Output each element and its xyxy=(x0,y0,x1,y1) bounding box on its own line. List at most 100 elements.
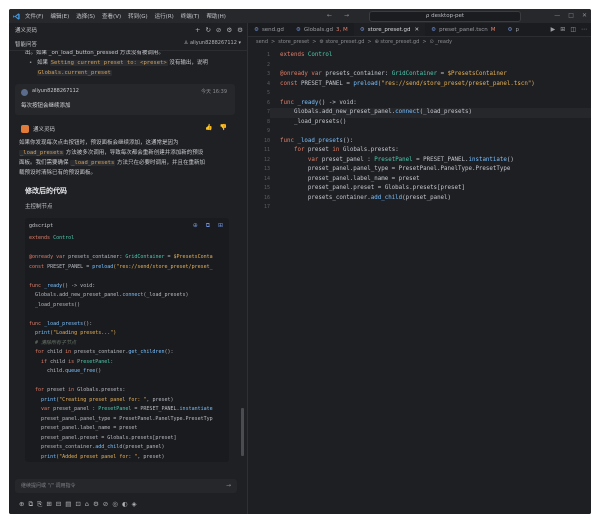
tab-preset-panel-tscn[interactable]: ⚙ preset_panel.tscn M xyxy=(425,23,501,36)
code-token: (preset_panel) xyxy=(402,194,452,201)
chat-tool-icon[interactable]: ⌂ xyxy=(85,500,89,508)
code-block-body: extends Control @onready var presets_con… xyxy=(25,234,229,462)
new-file-icon[interactable]: ⊞ xyxy=(218,222,223,229)
code-token: is xyxy=(68,358,78,365)
code-token: get_children xyxy=(128,349,165,355)
code-token: (): xyxy=(164,349,174,355)
breadcrumb-item[interactable]: ⊙ _ready xyxy=(430,39,453,45)
menu-item[interactable]: 终端(T) xyxy=(181,12,200,20)
inline-code: Globals.current_preset xyxy=(37,70,112,76)
insert-code-icon[interactable]: ⊕ xyxy=(193,222,198,229)
minimize-icon[interactable]: — xyxy=(554,12,560,19)
chat-tool-icon[interactable]: ⊕ xyxy=(19,500,24,508)
code-token: func xyxy=(280,137,298,144)
maximize-icon[interactable]: □ xyxy=(568,12,574,19)
menu-item[interactable]: 选择(S) xyxy=(76,12,95,20)
chat-tool-icon[interactable]: ⊟ xyxy=(56,500,61,508)
thumbs-up-icon[interactable]: 👍 xyxy=(205,124,212,131)
chat-tool-icon[interactable]: ⧉ xyxy=(28,500,33,508)
assistant-message: 通义灵码 👍 👎 如果你发现每次点击按钮时，预设面板会继续添加，这通常是因为 _… xyxy=(15,123,235,462)
editor-line: @onready var presets_container: GridCont… xyxy=(280,70,535,80)
code-line: child.queue_free() xyxy=(25,367,229,377)
code-line: presets_container.add_child(preset_panel… xyxy=(25,443,229,453)
vscode-logo-icon xyxy=(13,12,20,20)
code-token: preload xyxy=(353,80,378,87)
code-token: for xyxy=(280,147,308,153)
code-token: child xyxy=(47,349,66,355)
code-token: connect xyxy=(122,292,144,298)
menu-item[interactable]: 文件(F) xyxy=(25,12,43,20)
menu-item[interactable]: 转到(G) xyxy=(128,12,148,20)
tab-send-gd[interactable]: ⚙ send.gd xyxy=(248,23,290,36)
thumbs-down-icon[interactable]: 👎 xyxy=(220,124,227,131)
code-token: print xyxy=(41,453,57,460)
chat-tool-icon[interactable]: ⎘ xyxy=(37,500,42,508)
chat-tool-icon[interactable]: ⊘ xyxy=(103,500,108,508)
code-token: add_child xyxy=(95,444,123,450)
clear-icon[interactable]: ⊘ xyxy=(216,26,221,34)
tab-label: send.gd xyxy=(261,26,284,33)
tab-globals-gd[interactable]: ⚙ Globals.gd 3, M xyxy=(290,23,354,36)
command-center-search[interactable]: ρ desktop-pet xyxy=(369,11,521,22)
message-time: 今天 16:39 xyxy=(201,89,227,95)
chat-tool-icon[interactable]: ◐ xyxy=(122,500,128,508)
breadcrumb-item[interactable]: send xyxy=(256,39,268,45)
gear-file-icon: ⚙ xyxy=(507,26,513,33)
chat-input[interactable]: 继续提问或 "/" 调用指令 → xyxy=(15,479,237,493)
nav-back-icon[interactable]: ← xyxy=(327,12,332,19)
chat-tool-icon[interactable]: ◈ xyxy=(132,500,137,508)
more-icon[interactable]: ⋯ xyxy=(581,26,587,33)
code-token: presets_container xyxy=(68,254,120,260)
copy-code-icon[interactable]: ⧉ xyxy=(206,222,210,229)
breadcrumb-item[interactable]: store_preset xyxy=(278,39,309,45)
history-icon[interactable]: ↻ xyxy=(205,26,210,34)
code-token: _ready xyxy=(297,99,319,106)
chat-mode-tab[interactable]: 智能问答 xyxy=(15,40,37,48)
menu-item[interactable]: 编辑(E) xyxy=(50,12,69,20)
chat-scrollbar[interactable] xyxy=(241,408,244,456)
code-token: connect xyxy=(395,109,420,115)
menu-item[interactable]: 帮助(H) xyxy=(206,12,225,20)
new-chat-icon[interactable]: + xyxy=(195,26,200,34)
close-icon[interactable]: ✕ xyxy=(582,12,587,19)
breadcrumb-item[interactable]: ⚙ store_preset.gd xyxy=(319,39,364,45)
layout-icon[interactable]: ◫ xyxy=(570,26,576,33)
breadcrumb-separator: > xyxy=(271,39,276,45)
close-tab-icon[interactable]: ✕ xyxy=(415,27,420,33)
send-icon[interactable]: → xyxy=(226,479,231,493)
menu-item[interactable]: 查看(V) xyxy=(102,12,121,20)
chat-tool-icon[interactable]: ⊞ xyxy=(46,500,51,508)
editor-area: ⚙ send.gd ⚙ Globals.gd 3, M ⚙ store_preset.gd ✕… xyxy=(248,23,591,514)
line-number: 7 xyxy=(266,109,270,115)
code-token: extends xyxy=(280,52,308,58)
vscode-window: 文件(F) 编辑(E) 选择(S) 查看(V) 转到(G) 运行(R) 终端(T) 帮助(H)… xyxy=(9,9,591,514)
split-icon[interactable]: ⊞ xyxy=(560,26,565,33)
code-token: : xyxy=(384,71,392,77)
nav-forward-icon[interactable]: → xyxy=(344,12,349,19)
code-token: presets_container. xyxy=(29,444,96,450)
chat-tool-icon[interactable]: ▤ xyxy=(65,500,71,508)
line-number: 8 xyxy=(266,118,270,125)
account-selector[interactable]: ♙ aliyun8288267112 ▾ xyxy=(184,40,241,46)
tab-p[interactable]: ⚙ p xyxy=(502,23,525,36)
line-number: 1 xyxy=(266,52,270,58)
chat-tool-icon[interactable]: ⊡ xyxy=(75,500,80,508)
chat-tool-icon[interactable]: ⚙ xyxy=(93,500,99,508)
code-editor[interactable]: extends Control @onready var presets_con… xyxy=(280,51,535,213)
code-token: ("Added preset panel for: " xyxy=(56,453,138,460)
settings-icon[interactable]: ⚙ xyxy=(226,26,232,34)
code-line: print("Creating preset panel for: ", pre… xyxy=(25,396,229,406)
menu-item[interactable]: 运行(R) xyxy=(155,12,174,20)
code-token: func xyxy=(29,282,45,289)
run-icon[interactable]: ▶ xyxy=(551,26,556,33)
breadcrumb-item[interactable]: ⊕ store_preset.gd xyxy=(375,39,420,45)
chat-tool-icon[interactable]: ◎ xyxy=(112,500,118,508)
tab-store-preset-gd[interactable]: ⚙ store_preset.gd ✕ xyxy=(353,23,426,36)
code-token: presets_container xyxy=(325,71,385,77)
more-settings-icon[interactable]: ⚙ xyxy=(237,26,243,34)
line-number: 17 xyxy=(263,204,270,210)
bullet-prefix: 如果 xyxy=(37,60,50,66)
code-block: gdscript ⊕ ⧉ ⊞ extends Control @onready … xyxy=(25,218,229,462)
